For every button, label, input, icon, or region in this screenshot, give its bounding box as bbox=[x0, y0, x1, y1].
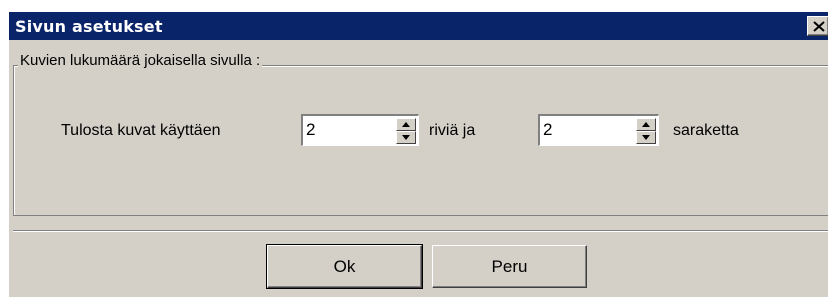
columns-input[interactable] bbox=[543, 119, 613, 141]
ok-button[interactable]: Ok bbox=[266, 244, 423, 289]
images-per-page-group bbox=[13, 65, 828, 216]
divider bbox=[13, 230, 828, 232]
columns-spin-buttons bbox=[636, 118, 656, 144]
page-setup-dialog: Sivun asetukset Kuvien lukumäärä jokaise… bbox=[8, 11, 828, 297]
columns-spinner[interactable] bbox=[538, 114, 659, 146]
rows-and-label: riviä ja bbox=[429, 122, 476, 139]
title-bar[interactable]: Sivun asetukset bbox=[9, 12, 828, 40]
columns-decrement-button[interactable] bbox=[636, 131, 656, 144]
rows-spinner[interactable] bbox=[301, 114, 419, 146]
arrow-up-icon bbox=[642, 122, 650, 127]
columns-increment-button[interactable] bbox=[636, 118, 656, 131]
rows-spin-buttons bbox=[396, 118, 416, 144]
arrow-down-icon bbox=[642, 135, 650, 140]
close-icon bbox=[813, 21, 825, 32]
close-button[interactable] bbox=[807, 16, 828, 36]
cancel-button[interactable]: Peru bbox=[432, 245, 587, 288]
print-using-label: Tulosta kuvat käyttäen bbox=[61, 122, 221, 139]
dialog-title: Sivun asetukset bbox=[15, 17, 163, 36]
group-label: Kuvien lukumäärä jokaisella sivulla : bbox=[18, 52, 263, 69]
rows-input[interactable] bbox=[306, 119, 376, 141]
columns-label: saraketta bbox=[673, 122, 739, 139]
arrow-down-icon bbox=[402, 135, 410, 140]
rows-increment-button[interactable] bbox=[396, 118, 416, 131]
rows-decrement-button[interactable] bbox=[396, 131, 416, 144]
arrow-up-icon bbox=[402, 122, 410, 127]
